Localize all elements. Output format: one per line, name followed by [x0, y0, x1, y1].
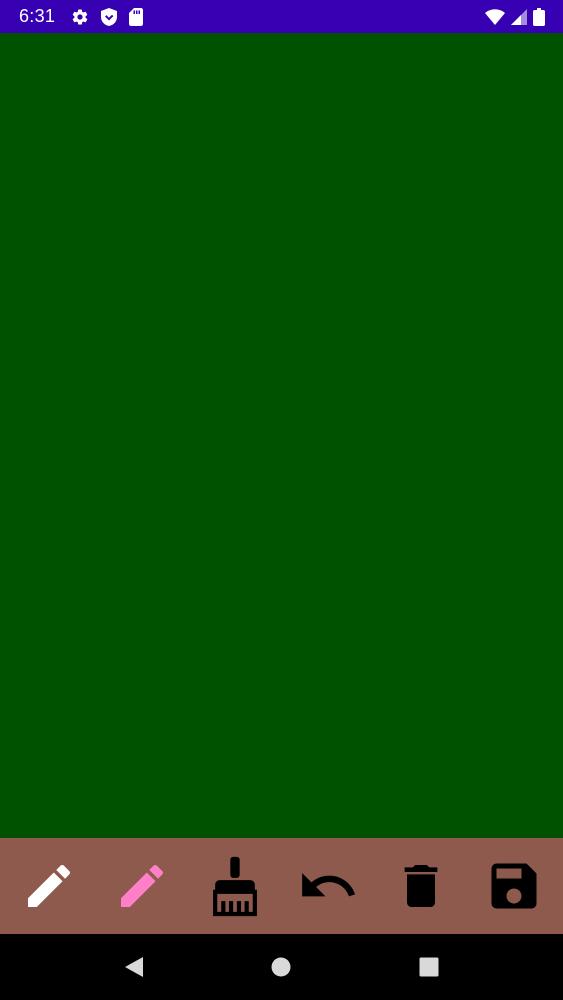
back-button[interactable] [110, 943, 158, 991]
home-button[interactable] [257, 943, 305, 991]
pen-white-button[interactable] [17, 854, 81, 918]
undo-icon [302, 873, 356, 897]
status-time: 6:31 [19, 6, 56, 26]
recents-button[interactable] [405, 943, 453, 991]
brush-icon [212, 856, 257, 917]
pen-pink-button[interactable] [110, 854, 174, 918]
navigation-bar [0, 934, 563, 1000]
status-right-icons [479, 7, 545, 26]
home-icon [271, 957, 291, 977]
trash-icon [404, 865, 438, 907]
undo-button[interactable] [296, 854, 360, 918]
wifi-icon [485, 8, 505, 25]
sd-card-icon [129, 7, 144, 26]
recents-icon [419, 957, 439, 977]
drawing-canvas[interactable] [0, 33, 563, 838]
settings-icon [71, 8, 89, 26]
pencil-icon [120, 864, 163, 907]
save-icon [491, 863, 537, 909]
app-screen: 6:31 [0, 0, 563, 1000]
battery-icon [533, 7, 545, 26]
pencil-icon [27, 864, 70, 907]
clear-button[interactable] [389, 854, 453, 918]
status-bar: 6:31 [0, 0, 563, 33]
status-left-icons [71, 7, 155, 26]
signal-icon [511, 8, 527, 25]
back-icon [124, 957, 143, 977]
tool-bar [0, 838, 563, 934]
shield-icon [101, 7, 118, 26]
save-button[interactable] [482, 854, 546, 918]
brush-button[interactable] [203, 854, 267, 918]
